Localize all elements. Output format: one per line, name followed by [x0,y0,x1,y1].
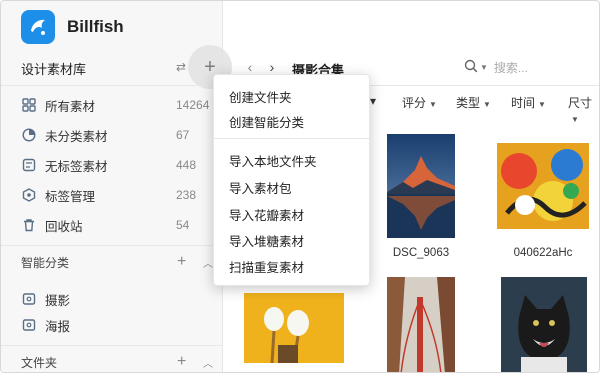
sidebar-item-trash[interactable]: 回收站 54 [1,211,223,239]
filter-label: 时间 [511,96,536,110]
add-folder-icon[interactable]: + [177,353,186,371]
sidebar: Billfish 设计素材库 ⇄ + 所有素材 14264 未分类素材 67 无… [1,1,232,372]
tag-manage-icon [21,187,37,203]
caret-down-icon: ▼ [429,100,437,109]
item-count: 14264 [176,98,210,112]
thumbnail-caption: 040622aHc [513,247,573,259]
thumbnail-bridge[interactable] [387,277,455,372]
thumbnail-graffiti[interactable] [497,143,589,229]
sidebar-item-label: 所有素材 [45,99,96,114]
menu-item-import-local-folder[interactable]: 导入本地文件夹 [214,147,371,173]
pie-icon [21,127,37,143]
menu-item-scan-duplicates[interactable]: 扫描重复素材 [214,253,371,279]
filter-rating[interactable]: 评分 ▼ [402,94,437,111]
filter-time[interactable]: 时间 ▼ [511,94,546,111]
caret-down-icon: ▼ [483,100,491,109]
add-smart-category-icon[interactable]: + [177,253,186,271]
chevron-up-icon[interactable]: ︿ [203,355,213,370]
chevron-up-icon[interactable]: ︿ [203,255,213,270]
sidebar-item-label: 海报 [45,319,71,334]
search-dropdown-icon[interactable]: ▼ [480,63,488,72]
sidebar-item-label: 摄影 [45,293,71,308]
add-menu: 创建文件夹 创建智能分类 导入本地文件夹 导入素材包 导入花瓣素材 导入堆糖素材… [213,74,371,286]
search-box[interactable]: ▼ 搜索... [464,59,528,76]
section-title: 智能分类 [21,255,70,270]
smart-folder-icon [21,317,37,333]
divider [1,245,223,246]
sidebar-item-poster[interactable]: 海报 [1,311,223,339]
item-count: 448 [176,158,197,172]
filter-size[interactable]: 尺寸 ▼ [568,94,599,125]
thumbnail-balloons[interactable] [244,293,344,363]
tag-icon [21,157,37,173]
sidebar-item-label: 未分类素材 [45,129,108,144]
menu-item-import-duitang[interactable]: 导入堆糖素材 [214,227,371,253]
menu-item-create-smart-category[interactable]: 创建智能分类 [214,108,371,134]
menu-item-import-package[interactable]: 导入素材包 [214,174,371,200]
grid-icon [21,97,37,113]
brand: Billfish [21,9,124,45]
search-input[interactable]: 搜索... [494,59,528,76]
sidebar-item-label: 标签管理 [45,189,96,204]
thumbnail-caption: DSC_9063 [392,247,450,259]
caret-down-icon: ▼ [571,115,579,124]
item-count: 54 [176,218,190,232]
thumbnail-mountain[interactable] [387,134,455,238]
thumbnail-cat[interactable] [501,277,587,372]
menu-item-import-huaban[interactable]: 导入花瓣素材 [214,201,371,227]
filter-type[interactable]: 类型 ▼ [456,94,491,111]
item-count: 238 [176,188,197,202]
sidebar-item-label: 无标签素材 [45,159,108,174]
menu-item-create-folder[interactable]: 创建文件夹 [214,83,371,109]
filter-label: 尺寸 [568,96,593,110]
section-title: 文件夹 [21,355,58,370]
smart-folder-icon [21,291,37,307]
sidebar-item-label: 回收站 [45,219,83,234]
sidebar-item-photography[interactable]: 摄影 [1,285,223,313]
divider [1,85,223,86]
smart-category-header[interactable]: 智能分类 + ︿ [1,251,223,273]
divider [1,345,223,346]
sidebar-item-uncategorized[interactable]: 未分类素材 67 [1,121,223,149]
menu-divider [214,138,371,139]
filter-label: 类型 [456,96,481,110]
sidebar-item-untagged[interactable]: 无标签素材 448 [1,151,223,179]
filter-label: 评分 [402,96,427,110]
app-window: Billfish 设计素材库 ⇄ + 所有素材 14264 未分类素材 67 无… [0,0,600,373]
library-name: 设计素材库 [21,61,87,77]
library-switcher[interactable]: 设计素材库 ⇄ + [1,45,232,89]
sidebar-item-tag-manage[interactable]: 标签管理 238 [1,181,223,209]
caret-down-icon: ▼ [538,100,546,109]
search-icon [464,59,478,76]
trash-icon [21,217,37,233]
billfish-logo-icon [21,10,55,44]
folder-header[interactable]: 文件夹 + ︿ [1,351,223,372]
sidebar-item-all[interactable]: 所有素材 14264 [1,91,223,119]
item-count: 67 [176,128,190,142]
app-name: Billfish [67,17,124,36]
